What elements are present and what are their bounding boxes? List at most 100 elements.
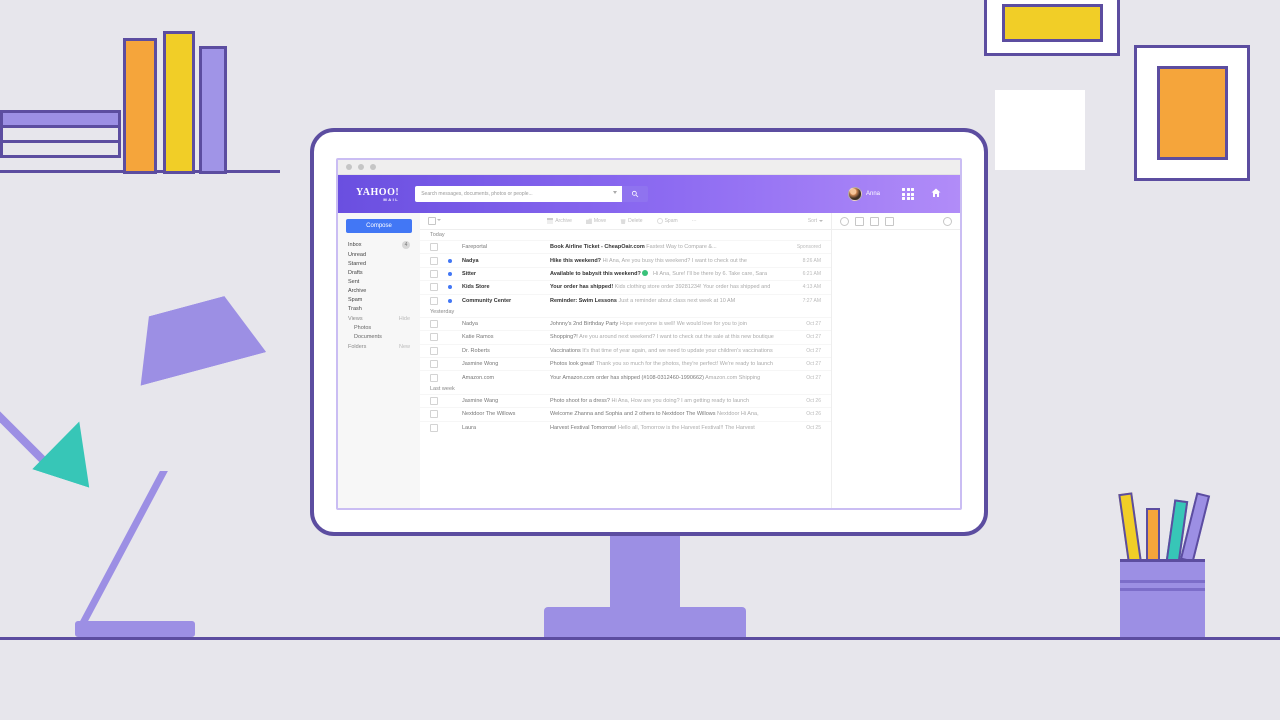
message-row[interactable]: Jasmine WangPhoto shoot for a dress? Hi …: [420, 394, 831, 407]
message-row[interactable]: FareportalBook Airline Ticket - CheapOai…: [420, 240, 831, 253]
more-button[interactable]: ···: [692, 218, 697, 224]
window-close-icon[interactable]: [346, 164, 352, 170]
sidebar-view-documents[interactable]: Documents: [338, 332, 420, 341]
row-checkbox[interactable]: [430, 333, 438, 341]
sender: Sitter: [462, 269, 540, 279]
message-row[interactable]: LauraHarvest Festival Tomorrow! Hello al…: [420, 421, 831, 434]
window-minimize-icon[interactable]: [358, 164, 364, 170]
group-header: Today: [420, 230, 831, 240]
sidebar-item-sent[interactable]: Sent: [338, 277, 420, 286]
folders-label: Folders: [348, 344, 366, 350]
message-preview: Your order has shipped! Kids clothing st…: [550, 282, 781, 292]
message-subject: Harvest Festival Tomorrow!: [550, 425, 617, 431]
delete-button[interactable]: Delete: [620, 218, 642, 224]
sender: Katie Ramos: [462, 332, 540, 342]
row-checkbox[interactable]: [430, 424, 438, 432]
row-checkbox[interactable]: [430, 347, 438, 355]
sidebar-item-unread[interactable]: Unread: [338, 250, 420, 259]
message-preview: Reminder: Swim Lessons Just a reminder a…: [550, 296, 781, 306]
views-hide[interactable]: Hide: [399, 316, 410, 322]
search-dropdown-icon[interactable]: [613, 191, 617, 194]
message-subject: Vaccinations: [550, 348, 581, 354]
move-button[interactable]: Move: [586, 218, 606, 224]
sidebar-item-inbox[interactable]: Inbox4: [338, 239, 420, 250]
sender: Nadya: [462, 256, 540, 266]
unread-indicator: [448, 376, 452, 380]
sidebar-item-trash[interactable]: Trash: [338, 304, 420, 313]
message-subject: Available to babysit this weekend?: [550, 271, 641, 277]
message-row[interactable]: NadyaHike this weekend? Hi Ana, Are you …: [420, 253, 831, 266]
archive-button[interactable]: Archive: [547, 218, 572, 224]
timestamp: Oct 27: [791, 346, 821, 356]
window-zoom-icon[interactable]: [370, 164, 376, 170]
sender: Dr. Roberts: [462, 346, 540, 356]
chevron-down-icon: [819, 220, 823, 222]
row-checkbox[interactable]: [430, 374, 438, 382]
app-header: YAHOO! MAIL Search messages, documents, …: [338, 175, 960, 213]
message-row[interactable]: Kids Store Your order has shipped! Kids c…: [420, 280, 831, 293]
row-checkbox[interactable]: [430, 320, 438, 328]
sender: Community Center: [462, 296, 540, 306]
search-button[interactable]: [622, 186, 648, 202]
views-label: Views: [348, 316, 363, 322]
layout-icon-4[interactable]: [885, 217, 894, 226]
message-preview: Your Amazon.com order has shipped (#108-…: [550, 373, 781, 383]
spam-button[interactable]: Spam: [657, 218, 678, 224]
message-row[interactable]: Jasmine WongPhotos look great! Thank you…: [420, 357, 831, 370]
sender: Kids Store: [462, 282, 540, 292]
list-toolbar: Archive Move Delete Spam ··· Sort: [420, 213, 831, 230]
home-button[interactable]: [930, 187, 942, 201]
message-row[interactable]: Katie Ramos Shopping?! Are you around nex…: [420, 330, 831, 343]
row-checkbox[interactable]: [430, 410, 438, 418]
row-checkbox[interactable]: [430, 257, 438, 265]
sidebar-item-archive[interactable]: Archive: [338, 286, 420, 295]
search-input[interactable]: Search messages, documents, photos or pe…: [415, 186, 622, 202]
select-all-checkbox[interactable]: [428, 217, 436, 225]
search-placeholder: Search messages, documents, photos or pe…: [421, 191, 532, 197]
sidebar-item-starred[interactable]: Starred: [338, 259, 420, 268]
row-checkbox[interactable]: [430, 397, 438, 405]
row-checkbox[interactable]: [430, 243, 438, 251]
row-checkbox[interactable]: [430, 297, 438, 305]
move-icon: [586, 218, 592, 224]
message-row[interactable]: Nextdoor The WillowsWelcome Zhanna and S…: [420, 407, 831, 420]
row-checkbox[interactable]: [430, 270, 438, 278]
message-row[interactable]: Community Center Reminder: Swim Lessons J…: [420, 294, 831, 307]
message-subject: Welcome Zhanna and Sophia and 2 others t…: [550, 411, 716, 417]
layout-icon-1[interactable]: [840, 217, 849, 226]
sidebar-item-spam[interactable]: Spam: [338, 295, 420, 304]
message-preview: Shopping?! Are you around next weekend? …: [550, 332, 781, 342]
account-menu[interactable]: Anna: [848, 187, 880, 201]
new-folder[interactable]: New: [399, 344, 410, 350]
timestamp: Oct 26: [791, 409, 821, 419]
message-preview: Available to babysit this weekend? Hi An…: [550, 269, 781, 279]
apps-icon[interactable]: [902, 188, 914, 200]
compose-button[interactable]: Compose: [346, 219, 412, 233]
sort-button[interactable]: Sort: [808, 218, 823, 224]
layout-icon-3[interactable]: [870, 217, 879, 226]
message-row[interactable]: Dr. Roberts Vaccinations It's that time o…: [420, 344, 831, 357]
sidebar-item-drafts[interactable]: Drafts: [338, 268, 420, 277]
message-subject: Your Amazon.com order has shipped (#108-…: [550, 375, 704, 381]
message-list: Archive Move Delete Spam ··· Sort TodayF…: [420, 213, 832, 509]
message-subject: Photos look great!: [550, 361, 594, 367]
sender: Jasmine Wong: [462, 359, 540, 369]
layout-icon-2[interactable]: [855, 217, 864, 226]
sender: Fareportal: [462, 242, 540, 252]
sidebar-view-photos[interactable]: Photos: [338, 323, 420, 332]
timestamp: Oct 27: [791, 359, 821, 369]
sender: Nadya: [462, 319, 540, 329]
unread-indicator: [448, 259, 452, 263]
message-row[interactable]: Sitter Available to babysit this weekend?…: [420, 267, 831, 280]
message-row[interactable]: NadyaJohnny's 2nd Birthday Party Hope ev…: [420, 317, 831, 330]
yahoo-logo[interactable]: YAHOO! MAIL: [356, 187, 399, 202]
settings-icon[interactable]: [943, 217, 952, 226]
message-preview: Vaccinations It's that time of year agai…: [550, 346, 781, 356]
timestamp: Sponsored: [791, 242, 821, 252]
message-row[interactable]: Amazon.comYour Amazon.com order has ship…: [420, 370, 831, 383]
row-checkbox[interactable]: [430, 283, 438, 291]
message-subject: Your order has shipped!: [550, 284, 613, 290]
timestamp: Oct 26: [791, 396, 821, 406]
group-header: Yesterday: [420, 307, 831, 317]
row-checkbox[interactable]: [430, 360, 438, 368]
